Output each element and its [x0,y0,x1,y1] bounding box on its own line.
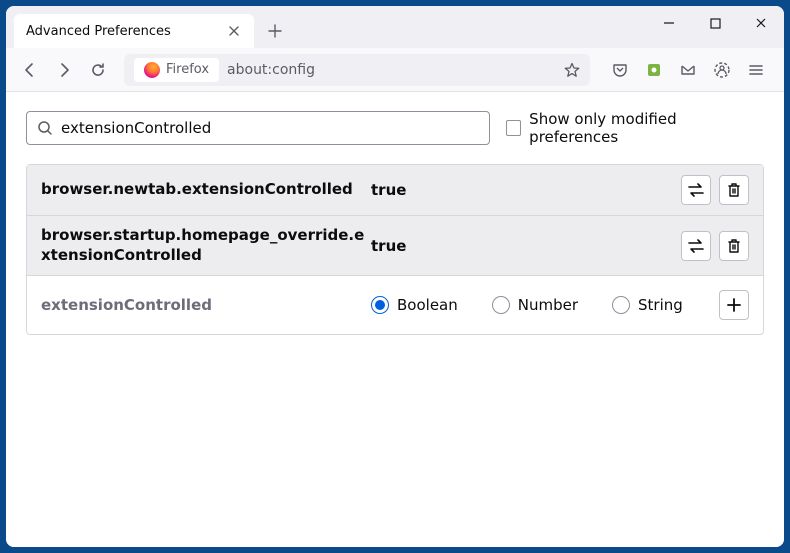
pref-search-box[interactable] [26,111,490,145]
checkbox-icon [506,120,522,136]
prefs-list: browser.newtab.extensionControlled true … [26,164,764,335]
new-pref-row: extensionControlled Boolean Number Strin… [27,276,763,334]
firefox-logo-icon [144,62,160,78]
pref-name: browser.newtab.extensionControlled [41,180,371,200]
pocket-icon[interactable] [604,54,636,86]
pref-value: true [371,181,681,199]
radio-icon [612,296,630,314]
extension-icon[interactable] [638,54,670,86]
plus-icon [727,298,741,312]
bookmark-star-icon[interactable] [564,62,580,78]
inbox-icon[interactable] [672,54,704,86]
add-pref-button[interactable] [719,290,749,320]
maximize-button[interactable] [692,6,738,40]
show-modified-toggle[interactable]: Show only modified preferences [506,110,764,146]
browser-tab[interactable]: Advanced Preferences [14,14,254,48]
radio-boolean[interactable]: Boolean [371,296,458,314]
search-icon [37,120,53,136]
pref-search-input[interactable] [61,119,479,137]
pref-row[interactable]: browser.startup.homepage_override.extens… [27,216,763,276]
toggle-arrows-icon [687,239,705,253]
radio-string[interactable]: String [612,296,683,314]
radio-label: Boolean [397,296,458,314]
radio-label: Number [518,296,578,314]
url-bar[interactable]: Firefox about:config [124,54,590,86]
identity-label: Firefox [166,62,209,77]
delete-button[interactable] [719,175,749,205]
radio-number[interactable]: Number [492,296,578,314]
tab-bar: Advanced Preferences [6,6,784,48]
toggle-arrows-icon [687,183,705,197]
type-radios: Boolean Number String [371,296,719,314]
reload-button[interactable] [82,54,114,86]
close-tab-icon[interactable] [226,23,242,39]
toggle-button[interactable] [681,231,711,261]
pref-value: true [371,237,681,255]
close-window-button[interactable] [738,6,784,40]
new-tab-button[interactable] [260,16,290,46]
show-modified-label: Show only modified preferences [529,110,764,146]
radio-icon [371,296,389,314]
radio-icon [492,296,510,314]
content-area: Show only modified preferences browser.n… [6,92,784,547]
url-text: about:config [227,62,556,78]
trash-icon [727,182,741,198]
pref-row[interactable]: browser.newtab.extensionControlled true [27,165,763,216]
tab-title: Advanced Preferences [26,24,226,39]
toggle-button[interactable] [681,175,711,205]
nav-toolbar: Firefox about:config [6,48,784,92]
trash-icon [727,238,741,254]
minimize-button[interactable] [646,6,692,40]
pref-name: browser.startup.homepage_override.extens… [41,226,371,265]
radio-label: String [638,296,683,314]
new-pref-name: extensionControlled [41,296,371,314]
forward-button[interactable] [48,54,80,86]
account-icon[interactable] [706,54,738,86]
back-button[interactable] [14,54,46,86]
delete-button[interactable] [719,231,749,261]
app-menu-button[interactable] [740,54,772,86]
identity-box[interactable]: Firefox [134,58,219,82]
